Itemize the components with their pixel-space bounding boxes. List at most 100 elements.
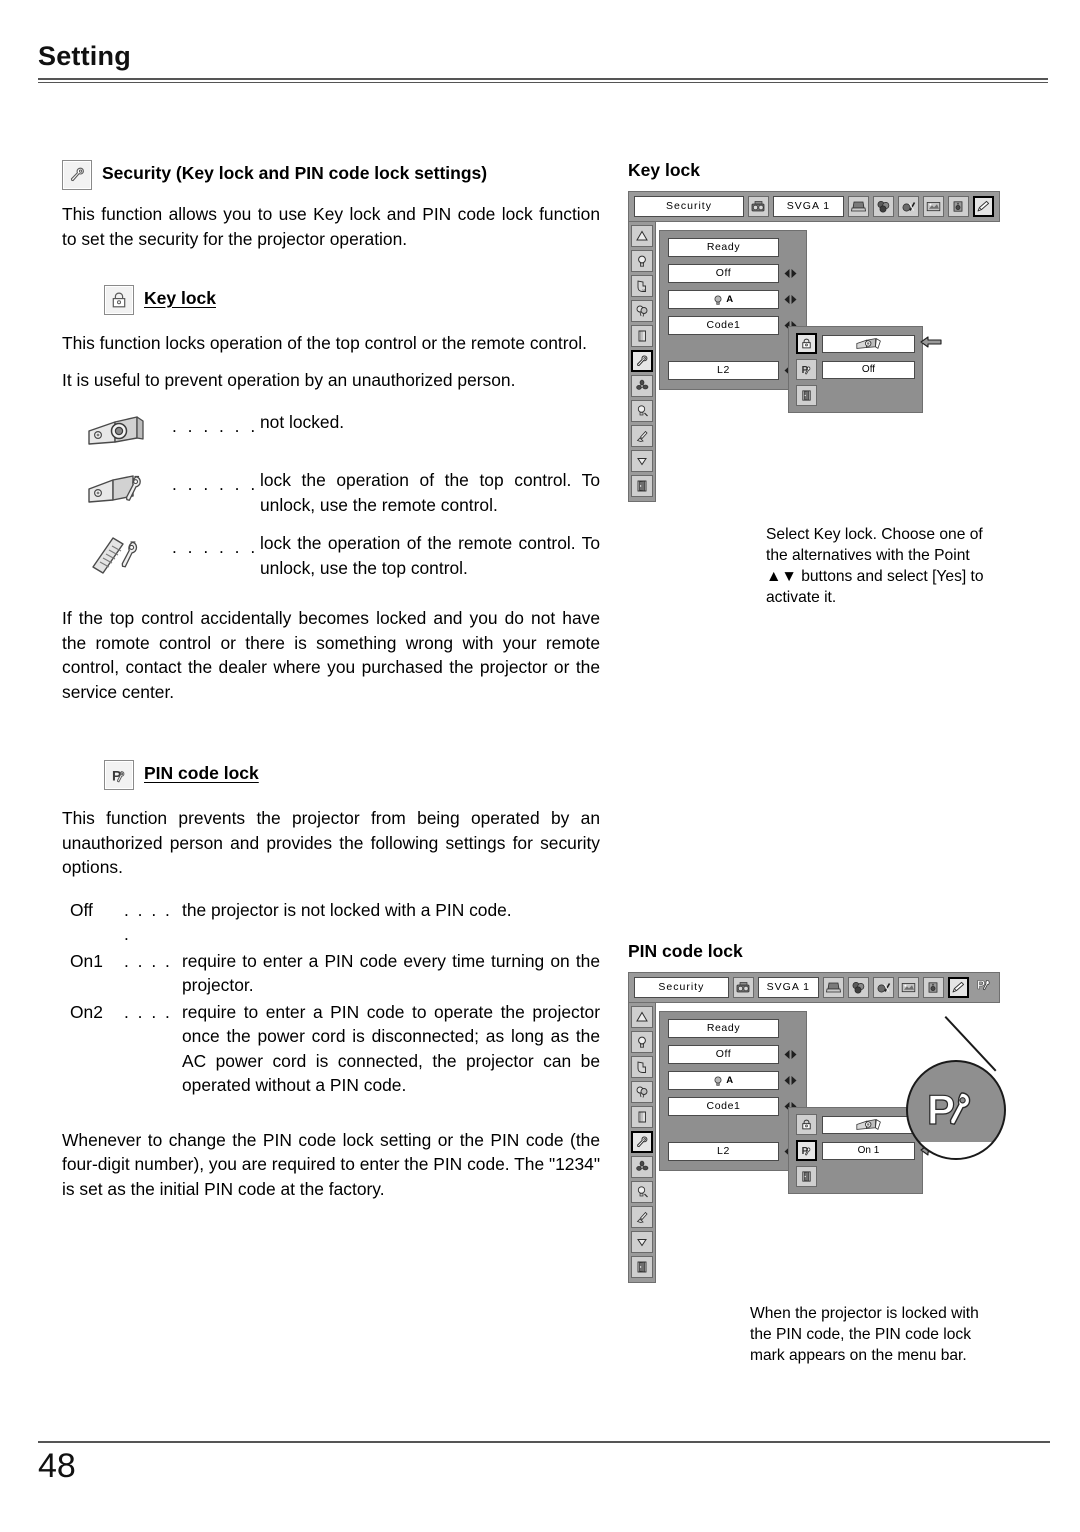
lamp-icon[interactable] — [631, 250, 653, 272]
osd-menu-row[interactable]: Off — [668, 264, 798, 283]
osd-menu-row[interactable]: A — [668, 1071, 798, 1090]
osd-menu-row[interactable]: Ready — [668, 1019, 798, 1038]
osd-menu-row[interactable]: Ready — [668, 238, 798, 257]
keylock-value — [822, 334, 915, 353]
computer-icon[interactable] — [823, 977, 844, 998]
osd-value: Off — [668, 264, 779, 283]
osd-menu-row[interactable]: Code1 — [668, 316, 798, 335]
osd-value: Code1 — [668, 316, 779, 335]
sound-icon[interactable] — [948, 196, 969, 217]
left-right-arrows-icon[interactable] — [782, 294, 798, 305]
pin-code-lock-icon[interactable]: P — [796, 1140, 817, 1161]
balloon-icon[interactable] — [631, 300, 653, 322]
legend-dots: . . . . . . — [172, 416, 259, 436]
security-key-icon[interactable] — [631, 350, 653, 372]
pin-code-lock-mark-icon: P — [976, 976, 994, 999]
video-source-icon[interactable] — [747, 196, 769, 217]
submenu-row-quit[interactable] — [796, 1166, 915, 1187]
keystone-icon[interactable] — [631, 1006, 653, 1028]
page-title: Setting — [38, 41, 131, 71]
sound-icon[interactable] — [923, 977, 944, 998]
filter-clean-icon[interactable] — [631, 425, 653, 447]
osd-menu-row[interactable]: Code1 — [668, 1097, 798, 1116]
quit-door-icon[interactable] — [631, 1256, 653, 1278]
legend-text: lock the operation of the remote control… — [260, 533, 600, 578]
padlock-icon[interactable] — [796, 333, 817, 354]
setting-pencil-icon[interactable] — [973, 196, 994, 217]
submenu-row-quit[interactable] — [796, 385, 915, 406]
book-icon[interactable] — [631, 1106, 653, 1128]
legend-dots: . . . . . . — [172, 474, 259, 494]
screen-icon[interactable] — [923, 196, 944, 217]
balloon-icon[interactable] — [631, 1081, 653, 1103]
quit-door-icon[interactable] — [796, 385, 817, 406]
osd-input-label: SVGA 1 — [757, 977, 819, 998]
osd-sidebar: u — [628, 222, 656, 502]
option-dots: . . . . — [124, 950, 172, 971]
submenu-row-pincode[interactable]: P Off — [796, 359, 915, 380]
osd-menu-row[interactable]: L2 — [668, 361, 798, 380]
security-intro: This function allows you to use Key lock… — [62, 204, 600, 249]
pointer-icon[interactable]: u — [631, 275, 653, 297]
page-number: 48 — [38, 1447, 76, 1485]
filter-clean-icon[interactable] — [631, 1206, 653, 1228]
security-heading-row: Security (Key lock and PIN code lock set… — [62, 160, 600, 190]
projector-unlocked-icon — [855, 337, 881, 350]
osd-sidebar — [628, 1003, 656, 1283]
legend-text: not locked. — [260, 412, 345, 432]
scroll-down-icon[interactable] — [631, 450, 653, 472]
osd-value: Ready — [668, 1019, 779, 1038]
footer-rule — [38, 1441, 1050, 1443]
pincode-heading-row: P PIN code lock — [104, 760, 600, 790]
security-key-icon[interactable] — [631, 1131, 653, 1153]
lamp-icon[interactable] — [631, 1031, 653, 1053]
osd-menu-row[interactable]: Off — [668, 1045, 798, 1064]
setting-pencil-icon[interactable] — [948, 977, 969, 998]
osd-value: A — [668, 1071, 779, 1090]
screen-icon[interactable] — [898, 977, 919, 998]
legend-text: lock the operation of the top control. T… — [260, 470, 600, 515]
left-right-arrows-icon[interactable] — [782, 268, 798, 279]
osd-menu-row[interactable]: L2 — [668, 1142, 798, 1161]
keylock-note: If the top control accidentally becomes … — [62, 608, 600, 702]
scroll-down-icon[interactable] — [631, 1231, 653, 1253]
osd-menu-bar: Security SVGA 1 — [628, 191, 1000, 222]
option-key: On2 — [70, 1001, 103, 1022]
osd-input-label: SVGA 1 — [772, 196, 844, 217]
pin-code-lock-mark-icon: P — [926, 1085, 971, 1134]
image-adjust-icon[interactable] — [898, 196, 919, 217]
security-heading: Security (Key lock and PIN code lock set… — [102, 163, 488, 183]
svg-text:P: P — [927, 1086, 955, 1133]
computer-icon[interactable] — [848, 196, 869, 217]
quit-door-icon[interactable] — [796, 1166, 817, 1187]
submenu-row-keylock[interactable] — [796, 333, 915, 354]
submenu-row-keylock[interactable] — [796, 1114, 915, 1135]
color-adjust-icon[interactable] — [848, 977, 869, 998]
osd-menu-row[interactable]: A — [668, 290, 798, 309]
keystone-icon[interactable] — [631, 225, 653, 247]
lamp-control-icon[interactable] — [631, 1181, 653, 1203]
option-key: Off — [70, 899, 93, 920]
fan-icon[interactable] — [631, 1156, 653, 1178]
osd-value: Ready — [668, 238, 779, 257]
pincode-note: Whenever to change the PIN code lock set… — [62, 1129, 600, 1199]
pointer-icon[interactable] — [631, 1056, 653, 1078]
quit-door-icon[interactable] — [631, 475, 653, 497]
pincode-caption: When the projector is locked with the PI… — [750, 1305, 979, 1364]
book-icon[interactable] — [631, 325, 653, 347]
keylock-paragraph-1: This function locks operation of the top… — [62, 333, 587, 353]
color-adjust-icon[interactable] — [873, 196, 894, 217]
osd-menu-label: Security — [634, 196, 744, 217]
lamp-control-icon[interactable] — [631, 400, 653, 422]
image-adjust-icon[interactable] — [873, 977, 894, 998]
pin-code-lock-icon[interactable]: P — [796, 359, 817, 380]
lamp-small-icon — [714, 295, 722, 305]
video-source-icon[interactable] — [732, 977, 754, 998]
fan-icon[interactable] — [631, 375, 653, 397]
projector-key-icon — [62, 468, 172, 512]
padlock-icon[interactable] — [796, 1114, 817, 1135]
left-right-arrows-icon[interactable] — [782, 1049, 798, 1060]
left-right-arrows-icon[interactable] — [782, 1075, 798, 1086]
keylock-paragraph-2: It is useful to prevent operation by an … — [62, 369, 516, 390]
submenu-row-pincode[interactable]: P On 1 — [796, 1140, 915, 1161]
